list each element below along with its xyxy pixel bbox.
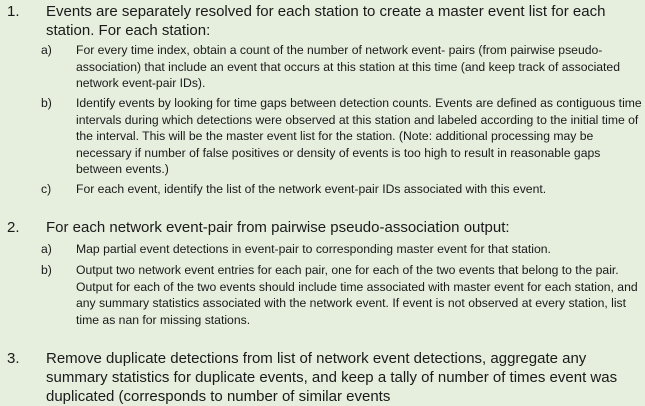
- subitem-text: Output two network event entries for eac…: [76, 263, 638, 327]
- subitem-text: Map partial event detections in event-pa…: [76, 242, 551, 256]
- step-number: 2.: [7, 219, 20, 236]
- subitem-text: For every time index, obtain a count of …: [76, 43, 620, 91]
- procedure-document: 1. Events are separately resolved for ea…: [0, 0, 645, 405]
- step-text: For each network event-pair from pairwis…: [46, 219, 510, 236]
- subitem-letter: a): [41, 242, 52, 256]
- subitem-letter: b): [41, 96, 52, 110]
- subitem-letter: c): [41, 182, 52, 196]
- step-text: Events are separately resolved for each …: [46, 3, 606, 39]
- step-number: 3.: [7, 350, 20, 367]
- subitem-text: For each event, identify the list of the…: [76, 182, 547, 196]
- subitem-text: Identify events by looking for time gaps…: [76, 96, 642, 177]
- step-number: 1.: [7, 3, 20, 20]
- subitem-letter: a): [41, 43, 52, 57]
- subitem-letter: b): [41, 263, 52, 277]
- step-text: Remove duplicate detections from list of…: [46, 350, 618, 405]
